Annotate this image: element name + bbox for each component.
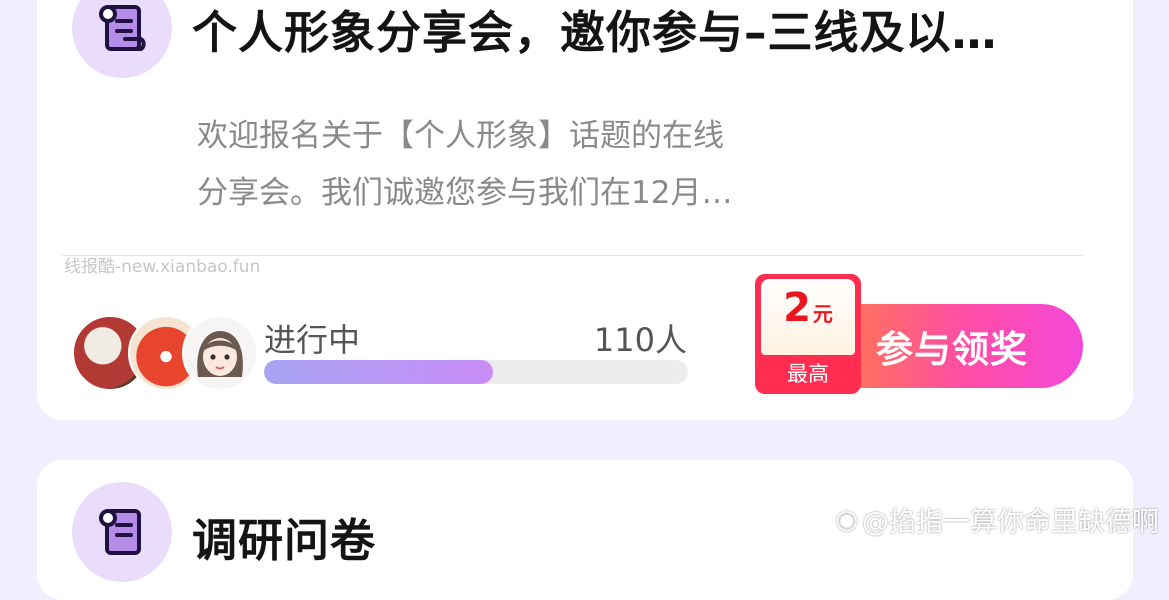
progress-bar bbox=[264, 360, 688, 384]
reward-badge[interactable]: 2 元 最高 bbox=[755, 274, 861, 394]
card-description: 欢迎报名关于【个人形象】话题的在线 分享会。我们诚邀您参与我们在12月… bbox=[197, 108, 797, 222]
site-watermark: 线报酷-new.xianbao.fun bbox=[64, 257, 261, 277]
weibo-icon: ◉ bbox=[835, 504, 858, 535]
reward-amount-box: 2 元 bbox=[761, 279, 855, 355]
description-line-2: 分享会。我们诚邀您参与我们在12月… bbox=[197, 175, 733, 211]
progress-fill bbox=[264, 360, 493, 384]
status-label: 进行中 bbox=[264, 321, 361, 359]
scroll-icon bbox=[72, 0, 172, 78]
reward-label: 最高 bbox=[787, 362, 829, 386]
card-title: 个人形象分享会，邀你参与–三线及以… bbox=[192, 6, 998, 59]
scroll-icon bbox=[72, 482, 172, 582]
weibo-watermark-text: @掐指一算你命里缺德啊 bbox=[862, 507, 1159, 538]
participant-avatars bbox=[72, 315, 262, 391]
reward-amount: 2 bbox=[783, 285, 811, 331]
participant-count: 110人 bbox=[593, 321, 687, 359]
survey-card-1[interactable]: 个人形象分享会，邀你参与–三线及以… 欢迎报名关于【个人形象】话题的在线 分享会… bbox=[37, 0, 1133, 420]
avatar bbox=[182, 315, 258, 391]
reward-unit: 元 bbox=[812, 302, 833, 326]
weibo-watermark: ◉ @掐指一算你命里缺德啊 bbox=[835, 500, 1159, 539]
card-title: 调研问卷 bbox=[192, 514, 377, 567]
join-button-label: 参与领奖 bbox=[876, 328, 1028, 371]
description-line-1: 欢迎报名关于【个人形象】话题的在线 bbox=[197, 118, 724, 154]
